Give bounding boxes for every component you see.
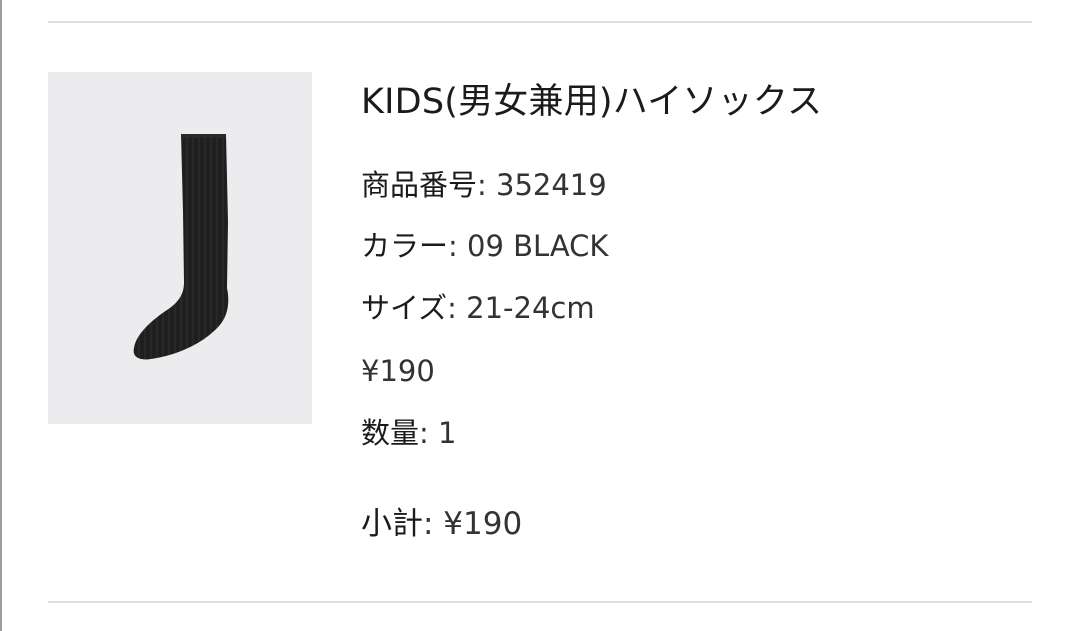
cart-item: KIDS(男女兼用)ハイソックス 商品番号: 352419 カラー: 09 BL… <box>48 72 1032 572</box>
window-left-edge <box>0 0 2 631</box>
product-price: ¥190 <box>361 351 435 391</box>
size-label: サイズ <box>361 291 448 325</box>
product-image[interactable] <box>48 72 312 424</box>
sock-image <box>133 134 229 360</box>
top-divider <box>48 21 1032 23</box>
subtotal-label: 小計 <box>361 506 423 542</box>
subtotal: 小計: ¥190 <box>361 503 522 545</box>
product-color: カラー: 09 BLACK <box>361 226 608 266</box>
product-number: 商品番号: 352419 <box>361 165 607 205</box>
subtotal-value: : ¥190 <box>423 506 523 542</box>
product-size: サイズ: 21-24cm <box>361 288 595 328</box>
price-value: ¥190 <box>361 354 435 388</box>
size-value: : 21-24cm <box>447 291 595 325</box>
product-number-value: : 352419 <box>477 168 607 202</box>
color-value: : 09 BLACK <box>448 229 609 263</box>
quantity-value: : 1 <box>419 416 457 450</box>
product-name[interactable]: KIDS(男女兼用)ハイソックス <box>361 78 822 126</box>
color-label: カラー <box>361 229 449 263</box>
product-number-label: 商品番号 <box>361 168 478 202</box>
quantity-label: 数量 <box>361 416 420 450</box>
product-quantity: 数量: 1 <box>361 413 456 453</box>
bottom-divider <box>48 601 1032 603</box>
